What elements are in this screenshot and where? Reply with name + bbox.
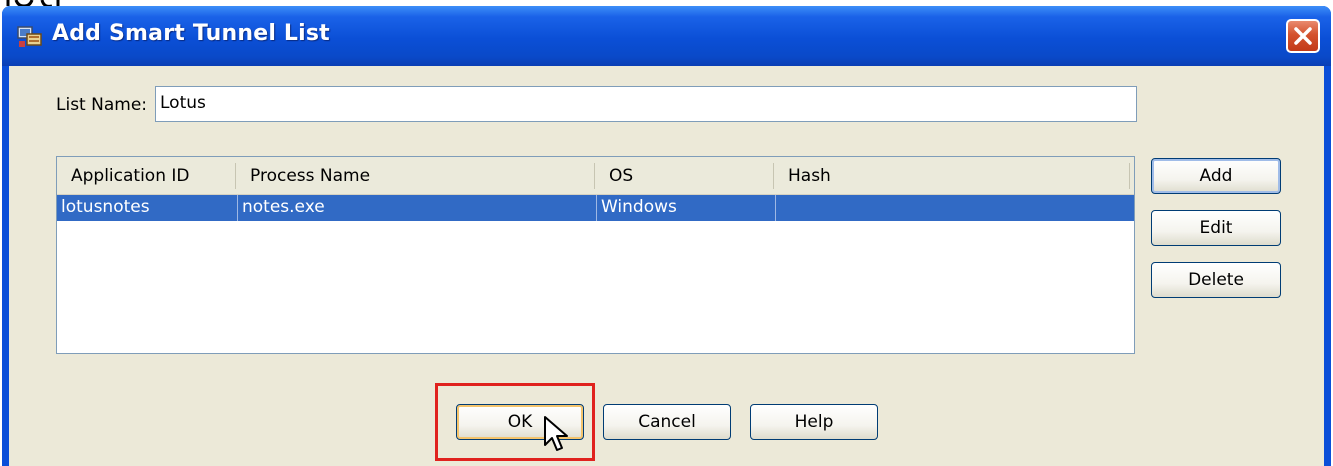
close-button[interactable] <box>1286 19 1320 53</box>
column-divider[interactable] <box>1129 163 1130 189</box>
table-row[interactable]: lotusnotes notes.exe Windows <box>57 195 1134 221</box>
cell-process-name: notes.exe <box>242 197 325 217</box>
window-title: Add Smart Tunnel List <box>52 21 330 46</box>
cell-os: Windows <box>601 197 677 217</box>
cell-application-id: lotusnotes <box>61 197 150 217</box>
column-header-hash[interactable]: Hash <box>774 157 1129 195</box>
add-button-label: Add <box>1199 166 1233 186</box>
help-button[interactable]: Help <box>750 404 878 440</box>
title-bar: Add Smart Tunnel List <box>2 6 1331 66</box>
add-button[interactable]: Add <box>1151 158 1281 194</box>
applications-table: Application ID Process Name OS Hash lotu… <box>56 156 1135 354</box>
list-name-label: List Name: <box>56 95 148 115</box>
list-name-input[interactable]: Lotus <box>155 86 1137 122</box>
close-x-icon <box>1294 27 1312 45</box>
help-button-label: Help <box>794 412 834 432</box>
column-header-application-id[interactable]: Application ID <box>57 157 235 195</box>
column-header-os[interactable]: OS <box>595 157 773 195</box>
network-list-icon <box>17 26 42 47</box>
cell-hash <box>776 195 1131 221</box>
dialog-body: List Name: Lotus Application ID Process … <box>9 66 1324 466</box>
edit-button-label: Edit <box>1199 218 1233 238</box>
mouse-pointer-icon <box>544 416 568 451</box>
cancel-button[interactable]: Cancel <box>603 404 731 440</box>
table-header: Application ID Process Name OS Hash <box>57 157 1134 195</box>
edit-button[interactable]: Edit <box>1151 210 1281 246</box>
add-smart-tunnel-list-dialog: Add Smart Tunnel List List Name: Lotus A… <box>2 6 1331 466</box>
column-header-process-name[interactable]: Process Name <box>236 157 594 195</box>
delete-button-label: Delete <box>1188 270 1244 290</box>
cancel-button-label: Cancel <box>638 412 696 432</box>
delete-button[interactable]: Delete <box>1151 262 1281 298</box>
